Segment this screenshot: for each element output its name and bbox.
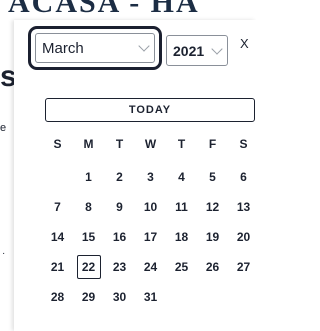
calendar-day-label: 24 [143, 260, 158, 274]
calendar-day-label: 12 [205, 200, 220, 214]
calendar-day[interactable]: 12 [197, 192, 228, 222]
calendar-day[interactable]: 9 [104, 192, 135, 222]
weekday-header: S [239, 137, 248, 151]
weekday-header: W [144, 137, 157, 151]
calendar-day[interactable]: 31 [135, 282, 166, 312]
weekday-header: M [83, 137, 94, 151]
background-fragment-mid: e [0, 122, 7, 134]
calendar-day[interactable]: 2 [104, 162, 135, 192]
calendar-empty-cell [228, 282, 256, 312]
month-select[interactable]: March [28, 26, 162, 70]
calendar-day-label: 6 [240, 170, 247, 184]
month-select-value: March [42, 39, 84, 57]
calendar-day[interactable]: 23 [104, 252, 135, 282]
calendar-day-label: 1 [85, 170, 92, 184]
calendar-day-label: 16 [112, 230, 127, 244]
year-select-value: 2021 [173, 42, 205, 59]
weekday-header: T [177, 137, 186, 151]
calendar-day-label: 19 [205, 230, 220, 244]
calendar-day[interactable]: 20 [228, 222, 256, 252]
calendar-day-selected[interactable]: 22 [73, 252, 104, 282]
calendar-empty-cell [197, 282, 228, 312]
calendar-day[interactable]: 24 [135, 252, 166, 282]
weekday-header: F [208, 137, 217, 151]
chevron-down-icon [138, 40, 150, 52]
calendar-day-label: 10 [143, 200, 158, 214]
year-select[interactable]: 2021 [166, 35, 228, 66]
calendar-day[interactable]: 11 [166, 192, 197, 222]
calendar-day[interactable]: 19 [197, 222, 228, 252]
calendar-day-label: 4 [178, 170, 185, 184]
datepicker-popup: March 2021 X TODAY S M T W T F S 1 2 3 4 5 6 7 8 9 10 11 1… [14, 20, 256, 331]
calendar-day[interactable]: 26 [197, 252, 228, 282]
close-button[interactable]: X [240, 36, 249, 51]
calendar-day-label: 11 [175, 200, 188, 214]
calendar-day-label: 8 [85, 200, 92, 214]
calendar-day[interactable]: 13 [228, 192, 256, 222]
calendar-day[interactable]: 27 [228, 252, 256, 282]
calendar-day-label: 2 [116, 170, 123, 184]
calendar-day[interactable]: 28 [42, 282, 73, 312]
calendar-day[interactable]: 10 [135, 192, 166, 222]
calendar-day[interactable]: 18 [166, 222, 197, 252]
weekday-header: S [53, 137, 62, 151]
calendar-day[interactable]: 25 [166, 252, 197, 282]
calendar-day-label: 20 [236, 230, 251, 244]
chevron-down-icon [211, 42, 223, 55]
background-page-header: ACASA - HA [0, 0, 256, 22]
weekday-header: T [115, 137, 124, 151]
calendar-day[interactable]: 15 [73, 222, 104, 252]
calendar-day-label: 30 [112, 290, 127, 304]
calendar-day-label: 22 [76, 255, 101, 279]
calendar-day[interactable]: 6 [228, 162, 256, 192]
calendar-empty-cell [166, 282, 197, 312]
calendar-day-label: 31 [143, 290, 158, 304]
calendar-day[interactable]: 21 [42, 252, 73, 282]
month-select-field[interactable]: March [35, 33, 155, 63]
calendar-empty-cell [42, 162, 73, 192]
calendar-day[interactable]: 4 [166, 162, 197, 192]
calendar-day[interactable]: 17 [135, 222, 166, 252]
calendar-day-label: 15 [81, 230, 96, 244]
calendar-day-label: 25 [174, 260, 189, 274]
background-left-strip: s e · [0, 22, 17, 331]
calendar-day-label: 26 [205, 260, 220, 274]
calendar-day[interactable]: 5 [197, 162, 228, 192]
calendar-day[interactable]: 7 [42, 192, 73, 222]
calendar-day[interactable]: 1 [73, 162, 104, 192]
calendar-day-label: 14 [50, 230, 65, 244]
calendar-day-label: 18 [174, 230, 189, 244]
background-header-text: ACASA - HA [8, 0, 200, 19]
calendar-day-label: 28 [50, 290, 65, 304]
today-button[interactable]: TODAY [45, 98, 255, 122]
page: ACASA - HA s e · March 2021 X TODAY SMTW… [0, 0, 256, 331]
calendar-day[interactable]: 30 [104, 282, 135, 312]
calendar-day-label: 17 [143, 230, 158, 244]
calendar-day-label: 13 [236, 200, 251, 214]
calendar-day-label: 27 [236, 260, 251, 274]
calendar-day[interactable]: 3 [135, 162, 166, 192]
calendar-day[interactable]: 16 [104, 222, 135, 252]
calendar-day-label: 21 [50, 260, 65, 274]
calendar-day-label: 7 [54, 200, 61, 214]
calendar-day[interactable]: 29 [73, 282, 104, 312]
calendar-day[interactable]: 8 [73, 192, 104, 222]
calendar-day-label: 23 [112, 260, 127, 274]
calendar-day-label: 5 [209, 170, 216, 184]
calendar-day-label: 9 [116, 200, 123, 214]
calendar-day[interactable]: 14 [42, 222, 73, 252]
calendar-grid: S M T W T F S 1 2 3 4 5 6 7 8 9 10 11 12 13 14 15 16 17 18 19 20 21… [42, 132, 256, 312]
background-fragment-low: · [2, 248, 6, 259]
calendar-day-label: 3 [147, 170, 154, 184]
calendar-day-label: 29 [81, 290, 96, 304]
